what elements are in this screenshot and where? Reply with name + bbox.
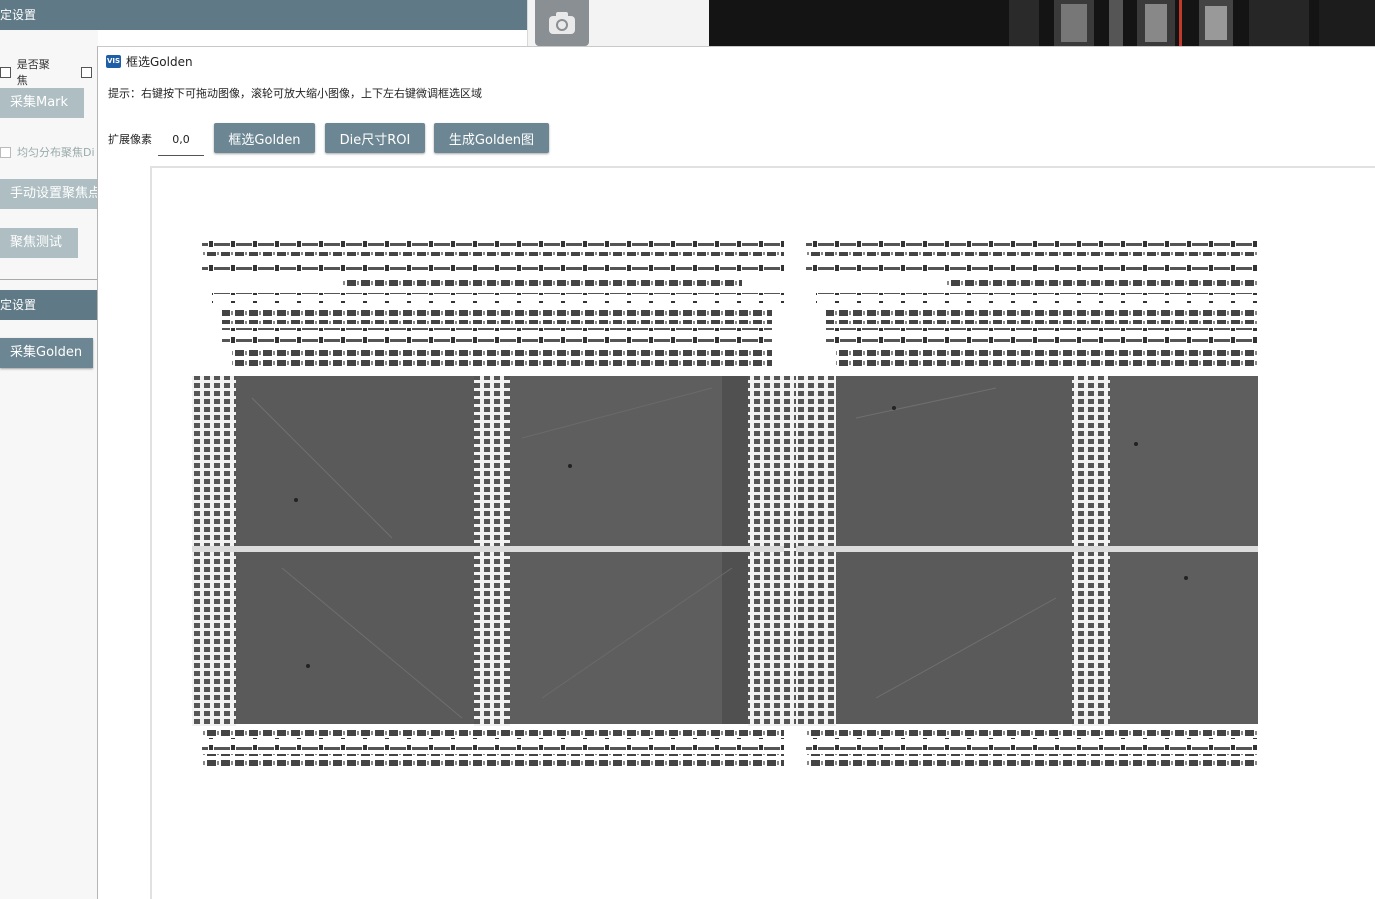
generate-golden-button[interactable]: 生成Golden图 xyxy=(434,123,549,153)
settings-panel: 是否聚焦 采集Mark 均匀分布聚焦Di 手动设置聚焦点 聚焦测试 定设置 采集… xyxy=(0,30,98,899)
top-section-header: 定设置 xyxy=(0,0,527,30)
dialog-titlebar[interactable]: VIS 框选Golden xyxy=(98,47,1375,75)
even-distribution-checkbox[interactable] xyxy=(0,146,11,158)
hint-text: 提示：右键按下可拖动图像，滚轮可放大缩小图像，上下左右键微调框选区域 xyxy=(108,87,482,100)
app-icon: VIS xyxy=(106,54,121,68)
focus-test-button[interactable]: 聚焦测试 xyxy=(0,228,78,258)
second-checkbox[interactable] xyxy=(81,66,92,78)
even-distribution-row[interactable]: 均匀分布聚焦Di xyxy=(0,144,95,160)
image-canvas[interactable] xyxy=(150,166,1375,899)
expand-pixels-label: 扩展像素 xyxy=(108,133,152,146)
manual-focus-button[interactable]: 手动设置聚焦点 xyxy=(0,179,98,209)
die-right xyxy=(796,240,1258,768)
camera-button[interactable] xyxy=(535,0,589,46)
focus-checkbox-row[interactable]: 是否聚焦 xyxy=(0,56,98,88)
focus-checkbox[interactable] xyxy=(0,66,11,78)
collect-golden-label: 采集Golden xyxy=(10,345,83,360)
top-section-label: 定设置 xyxy=(0,8,37,22)
focus-test-label: 聚焦测试 xyxy=(10,235,63,250)
dialog-title: 框选Golden xyxy=(126,54,193,69)
expand-pixels-input[interactable] xyxy=(158,123,204,156)
select-golden-button[interactable]: 框选Golden xyxy=(214,123,315,153)
camera-icon xyxy=(549,12,575,34)
die-separator xyxy=(784,376,796,726)
collect-golden-button[interactable]: 采集Golden xyxy=(0,338,93,368)
focus-checkbox-label: 是否聚焦 xyxy=(16,58,50,87)
camera-preview xyxy=(709,0,1375,46)
die-left xyxy=(192,240,784,768)
collect-mark-label: 采集Mark xyxy=(10,95,69,110)
wafer-image[interactable] xyxy=(192,238,1258,774)
die-size-roi-button[interactable]: Die尺寸ROI xyxy=(325,123,425,153)
golden-section-header: 定设置 xyxy=(0,290,98,320)
even-distribution-label: 均匀分布聚焦Di xyxy=(17,146,95,159)
select-golden-dialog: VIS 框选Golden 提示：右键按下可拖动图像，滚轮可放大缩小图像，上下左右… xyxy=(97,46,1375,899)
manual-focus-label: 手动设置聚焦点 xyxy=(10,186,98,201)
collect-mark-button[interactable]: 采集Mark xyxy=(0,88,84,118)
app-root: 定设置 是否聚焦 采集Mark 均匀分布聚焦Di 手动设置聚焦点 聚焦测试 定设… xyxy=(0,0,1375,899)
golden-section-label: 定设置 xyxy=(0,298,37,312)
divider xyxy=(0,279,98,280)
